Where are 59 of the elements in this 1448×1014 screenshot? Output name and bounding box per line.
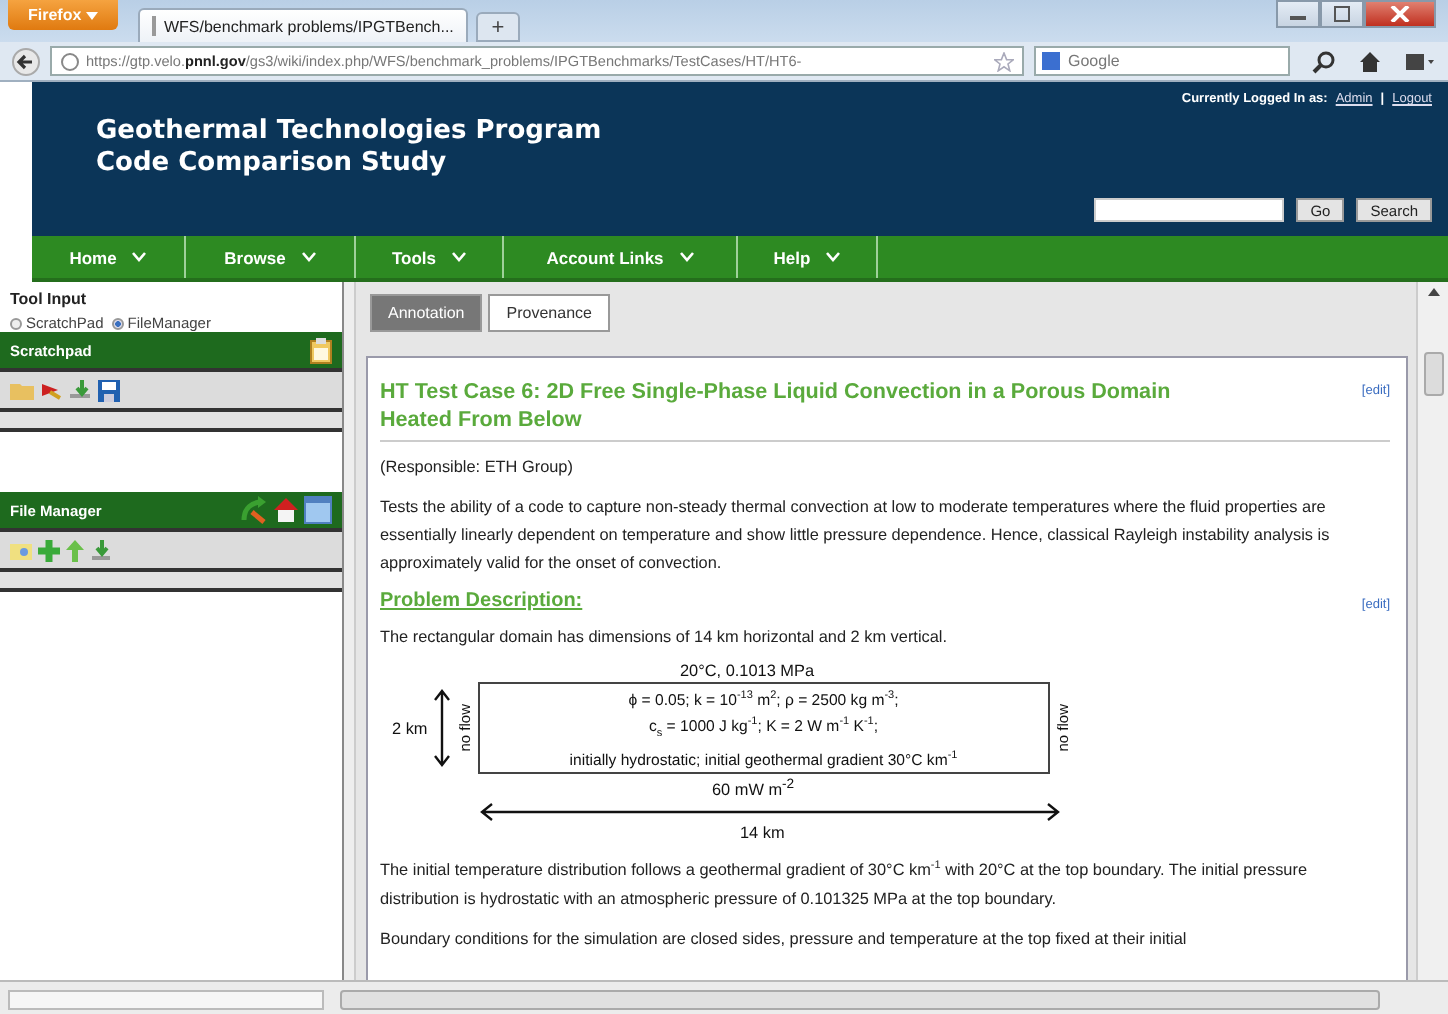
caret-icon bbox=[85, 11, 98, 20]
section-heading: Problem Description: bbox=[380, 590, 583, 612]
tab[interactable]: Provenance bbox=[488, 294, 610, 332]
caret-icon bbox=[132, 252, 147, 262]
site-title: Geothermal Technologies Program bbox=[96, 116, 602, 148]
clipboard-icon[interactable] bbox=[310, 337, 332, 363]
nav-menu[interactable]: Home bbox=[32, 236, 186, 278]
bookmarks-icon[interactable] bbox=[1404, 49, 1436, 73]
diagram-label: 20°C, 0.1013 MPa bbox=[680, 660, 814, 682]
arrow-icon[interactable] bbox=[40, 380, 62, 400]
nav-menu[interactable]: Help bbox=[738, 236, 878, 278]
scroll-up-icon[interactable] bbox=[1427, 288, 1439, 296]
nav-menu[interactable]: Account Links bbox=[504, 236, 738, 278]
search-field[interactable]: Google bbox=[1034, 46, 1290, 76]
home-icon[interactable] bbox=[1358, 49, 1382, 73]
nav-menu[interactable]: Browse bbox=[186, 236, 356, 278]
paragraph: The rectangular domain has dimensions of 14 km horizontal and 2 km vertical. bbox=[380, 626, 950, 650]
scrollbar-thumb[interactable] bbox=[8, 989, 324, 1009]
height-arrow bbox=[431, 688, 452, 769]
vertical-scrollbar[interactable] bbox=[1416, 282, 1448, 980]
new-tab-button[interactable]: + bbox=[475, 12, 520, 42]
diagram-label: 14 km bbox=[740, 822, 785, 845]
scrollbar-thumb[interactable] bbox=[340, 989, 1380, 1009]
caret-icon bbox=[826, 252, 841, 262]
page-heading: HT Test Case 6: 2D Free Single-Phase Liquid Convection in a Porous Domain Heated From Below bbox=[380, 378, 1173, 434]
caret-icon bbox=[301, 252, 316, 262]
paragraph: Boundary conditions for the simulation are closed sides, pressure and temperature at the top fixed at their initial bbox=[380, 927, 1189, 952]
plus-icon[interactable] bbox=[38, 539, 60, 561]
maximize-icon[interactable] bbox=[1320, 0, 1364, 28]
horizontal-scrollbar[interactable] bbox=[0, 980, 1448, 1014]
caret-icon bbox=[452, 252, 467, 262]
diagram-label: 2 km bbox=[392, 717, 428, 740]
radio-button[interactable] bbox=[111, 317, 124, 329]
browser-tab[interactable]: WFS/benchmark problems/IPGTBench... bbox=[137, 8, 468, 42]
caret-icon bbox=[679, 252, 694, 262]
folder-icon[interactable] bbox=[10, 539, 32, 561]
star-icon[interactable] bbox=[994, 51, 1014, 71]
minimize-icon[interactable] bbox=[1276, 0, 1320, 28]
paragraph: (Responsible: ETH Group) bbox=[380, 456, 575, 480]
paragraph: The initial temperature distribution follows a geothermal gradient of 30°C km$^{-1}$ with 20°C at the top boundary. The initial pressure distribution is hydrostatic with an atmospheric pressure of 0.101325 MPa at the top boundary. bbox=[380, 858, 1310, 912]
globe-icon bbox=[60, 51, 80, 71]
tab[interactable]: Annotation bbox=[370, 294, 483, 332]
section-label: Tool Input bbox=[10, 290, 89, 308]
home-icon[interactable] bbox=[272, 496, 300, 524]
site-title: Code Comparison Study bbox=[96, 148, 449, 180]
back-icon[interactable] bbox=[12, 47, 40, 75]
download-icon[interactable] bbox=[68, 380, 92, 400]
radio-button[interactable] bbox=[10, 317, 22, 329]
nav-menu[interactable]: Tools bbox=[356, 236, 504, 278]
diagram-label: 60 mW m$^{-2}$ bbox=[712, 776, 795, 803]
search-icon[interactable] bbox=[1312, 49, 1336, 73]
download-icon[interactable] bbox=[90, 539, 112, 561]
save-icon[interactable] bbox=[98, 379, 120, 401]
close-icon[interactable] bbox=[1364, 0, 1436, 28]
tab-title: WFS/benchmark problems/IPGTBench... bbox=[163, 17, 454, 35]
up-arrow-icon[interactable] bbox=[66, 539, 84, 561]
scrollbar-thumb[interactable] bbox=[1423, 352, 1443, 396]
paragraph: Tests the ability of a code to capture non-steady thermal convection at low to moderate temperatures where the fluid properties are essentially linearly dependent on temperature and show little pressure dependence. Hence, classical Rayleigh instability analysis is approximately valid for the onset of convection. bbox=[380, 496, 1332, 576]
search-input[interactable] bbox=[1094, 198, 1285, 222]
